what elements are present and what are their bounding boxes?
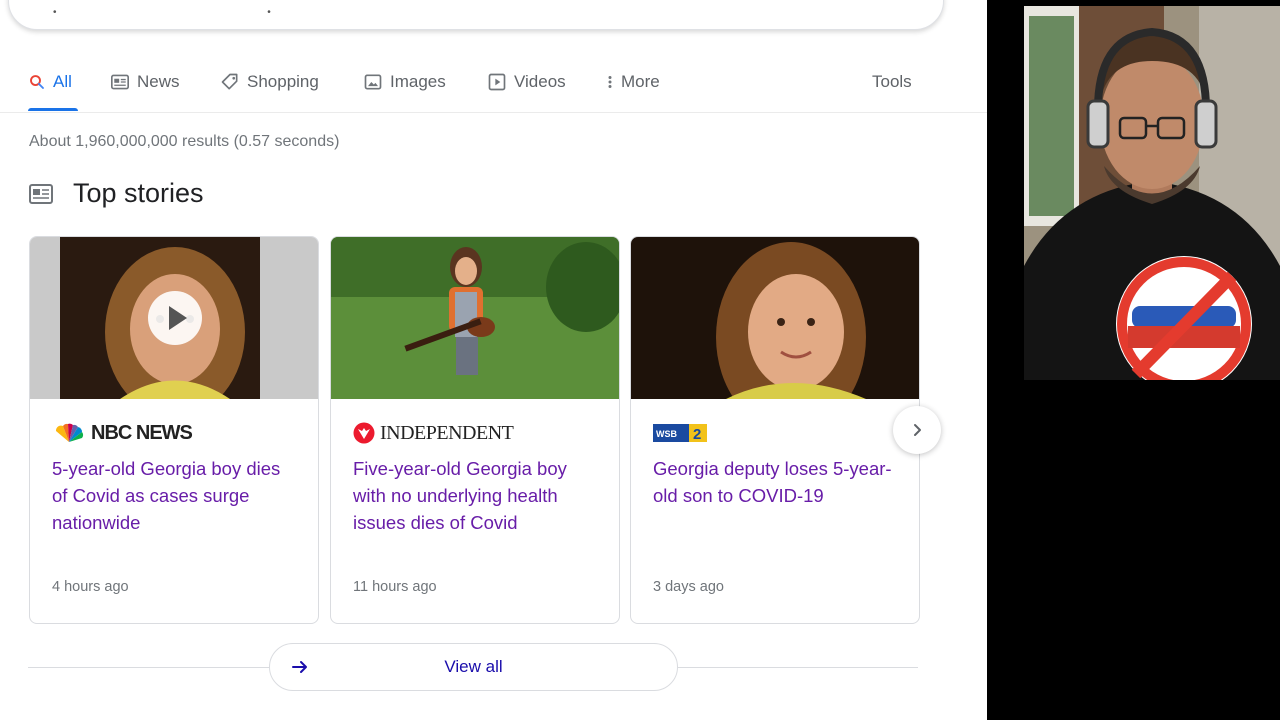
view-all-label: View all [444,657,503,676]
story-card[interactable]: WSB 2 Georgia deputy loses 5-year-old son… [630,236,920,624]
tab-more[interactable]: More [606,72,660,92]
tab-label: More [621,72,660,91]
top-stories-title: Top stories [73,178,204,208]
source-name: NBC NEWS [91,421,193,444]
tab-label: News [137,72,180,91]
active-tab-indicator [28,108,78,111]
result-stats: About 1,960,000,000 results (0.57 second… [29,133,340,150]
tab-label: All [53,72,72,91]
search-box[interactable]: • • [8,0,944,30]
top-stories-header: Top stories [29,178,204,209]
webcam-overlay [1024,6,1280,380]
peacock-icon [55,423,83,442]
more-vert-icon [608,76,612,88]
tools-label: Tools [872,72,912,91]
view-all-button[interactable]: View all [269,643,678,691]
tab-news[interactable]: News [110,72,180,92]
play-box-icon [488,73,506,91]
tag-icon [221,73,238,90]
news-icon [29,183,53,204]
play-icon[interactable] [147,290,203,346]
story-thumbnail [631,237,919,399]
svg-text:2: 2 [693,426,701,443]
tab-images[interactable]: Images [363,72,446,92]
search-icon [30,75,44,89]
story-headline[interactable]: Georgia deputy loses 5-year-old son to C… [653,455,901,509]
story-time: 3 days ago [653,579,724,595]
story-card[interactable]: NBC NEWS 5-year-old Georgia boy dies of … [29,236,319,624]
news-icon [111,74,129,90]
story-thumbnail [331,237,619,399]
carousel-next-button[interactable] [893,406,941,454]
tab-label: Videos [514,72,566,91]
story-time: 11 hours ago [353,579,437,595]
source-name: INDEPENDENT [380,421,514,444]
story-time: 4 hours ago [52,579,129,595]
search-results-page: • • All News Shopping Images Videos More… [0,0,987,720]
tab-videos[interactable]: Videos [487,72,566,92]
wsb-tv-logo: WSB 2 [653,424,707,443]
tab-label: Shopping [247,72,319,91]
source-logo: INDEPENDENT [353,420,514,446]
tools-button[interactable]: Tools [872,72,912,92]
story-headline[interactable]: 5-year-old Georgia boy dies of Covid as … [52,455,300,536]
story-headline[interactable]: Five-year-old Georgia boy with no underl… [353,455,601,536]
search-tabs: All News Shopping Images Videos More Too… [0,60,987,113]
story-thumbnail [30,237,318,399]
tab-all[interactable]: All [28,72,72,92]
story-card[interactable]: INDEPENDENT Five-year-old Georgia boy wi… [330,236,620,624]
svg-text:WSB: WSB [656,429,677,439]
tab-label: Images [390,72,446,91]
source-logo: WSB 2 [653,420,707,446]
independent-eagle-icon [353,422,375,444]
tab-shopping[interactable]: Shopping [220,72,319,92]
image-icon [364,74,382,90]
chevron-right-icon [914,424,921,436]
source-logo: NBC NEWS [52,420,193,446]
